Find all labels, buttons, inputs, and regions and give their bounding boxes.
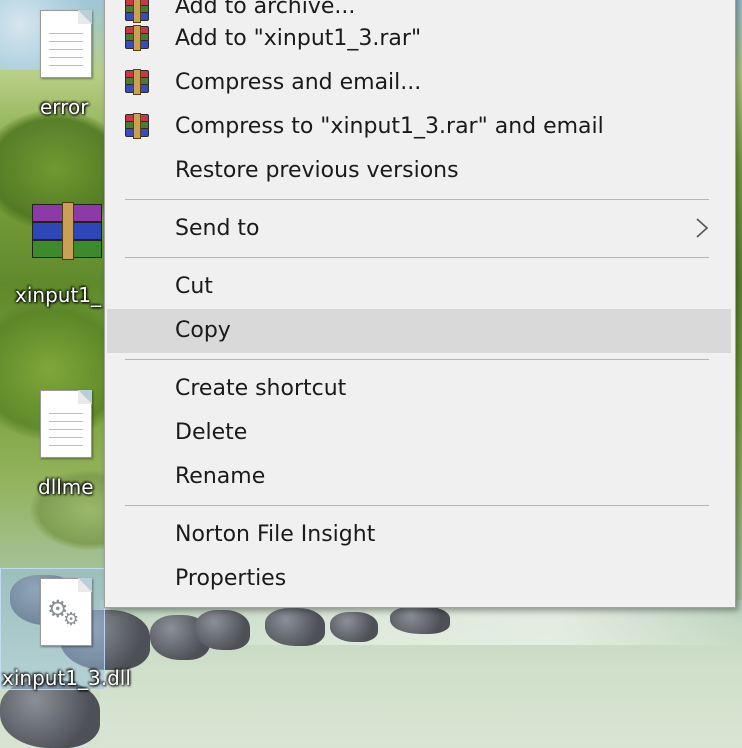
menu-item-label: Restore previous versions xyxy=(175,158,459,183)
rock xyxy=(195,610,250,650)
menu-item-label: Norton File Insight xyxy=(175,522,376,547)
winrar-icon xyxy=(124,113,149,144)
menu-item-compress-to-rar-and-email[interactable]: Compress to "xinput1_3.rar" and email xyxy=(107,105,731,149)
gear-icon: ⚙ xyxy=(63,609,80,630)
menu-item-label: Compress to "xinput1_3.rar" and email xyxy=(175,114,604,139)
menu-item-create-shortcut[interactable]: Create shortcut xyxy=(107,367,731,411)
desktop-icon-xinput-rar[interactable]: xinput1_ xyxy=(0,190,108,315)
rock xyxy=(0,680,100,748)
menu-item-label: Create shortcut xyxy=(175,376,347,401)
context-menu: Add to archive... Add to "xinput1_3.rar"… xyxy=(104,0,736,608)
menu-separator xyxy=(125,199,709,200)
menu-item-compress-and-email[interactable]: Compress and email... xyxy=(107,61,731,105)
menu-item-label: Copy xyxy=(175,318,231,343)
desktop-icon-label: dllme xyxy=(38,475,94,499)
menu-item-norton-file-insight[interactable]: Norton File Insight xyxy=(107,513,731,557)
menu-item-label: Send to xyxy=(175,216,260,241)
menu-item-label: Properties xyxy=(175,566,287,591)
desktop-icon-error[interactable]: error xyxy=(0,0,108,122)
menu-item-label: Rename xyxy=(175,464,266,489)
menu-item-restore-previous-versions[interactable]: Restore previous versions xyxy=(107,149,731,193)
text-document-icon xyxy=(40,390,92,458)
menu-item-send-to[interactable]: Send to xyxy=(107,207,731,251)
rock xyxy=(330,612,378,642)
winrar-icon xyxy=(124,25,149,56)
menu-item-delete[interactable]: Delete xyxy=(107,411,731,455)
menu-item-properties[interactable]: Properties xyxy=(107,557,731,601)
desktop-icon-label: xinput1_ xyxy=(15,283,102,307)
menu-item-rename[interactable]: Rename xyxy=(107,455,731,499)
menu-separator xyxy=(125,257,709,258)
menu-item-label: Cut xyxy=(175,274,213,299)
rock xyxy=(390,606,450,634)
menu-item-label: Add to "xinput1_3.rar" xyxy=(175,26,422,51)
desktop-icon-dllme[interactable]: dllme xyxy=(0,380,108,500)
menu-item-copy[interactable]: Copy xyxy=(107,309,731,353)
menu-separator xyxy=(125,359,709,360)
desktop-icon-xinput-dll[interactable]: ⚙ ⚙ xinput1_3.dll xyxy=(0,570,131,690)
text-document-icon xyxy=(40,10,92,78)
winrar-icon xyxy=(124,69,149,100)
menu-item-add-to-rar[interactable]: Add to "xinput1_3.rar" xyxy=(107,17,731,61)
rock xyxy=(265,608,325,646)
menu-item-label: Compress and email... xyxy=(175,70,422,95)
menu-item-cut[interactable]: Cut xyxy=(107,265,731,309)
menu-item-label: Delete xyxy=(175,420,248,445)
dll-gear-file-icon: ⚙ ⚙ xyxy=(40,578,92,646)
chevron-right-icon xyxy=(696,218,709,238)
winrar-archive-icon xyxy=(32,202,102,264)
desktop-icon-label: xinput1_3.dll xyxy=(2,666,131,690)
menu-separator xyxy=(125,505,709,506)
desktop-icon-label: error xyxy=(40,95,89,119)
